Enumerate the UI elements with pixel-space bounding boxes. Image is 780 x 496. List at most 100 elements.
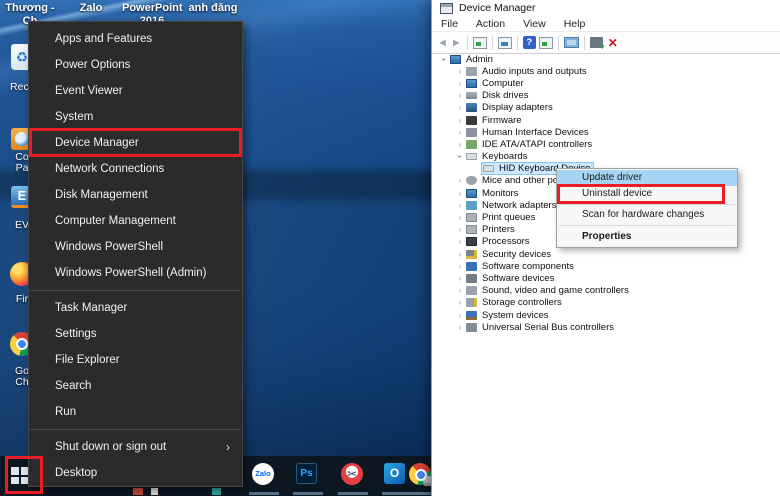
tree-item-system-devices[interactable]: › System devices bbox=[432, 309, 780, 321]
menubar-action[interactable]: Action bbox=[467, 18, 514, 30]
update-driver-icon[interactable] bbox=[589, 37, 606, 51]
winx-menu: Apps and Features Power Options Event View… bbox=[28, 21, 243, 487]
winx-item-device-manager[interactable]: Device Manager bbox=[29, 130, 242, 156]
chevron-collapsed-icon[interactable]: › bbox=[454, 201, 466, 210]
uninstall-icon[interactable]: ✕ bbox=[608, 36, 618, 50]
screen: Thương -ChZaloPowerPoint2016anh đăng ♻Re… bbox=[0, 0, 780, 496]
desktop-shortcut-label[interactable]: anh đăng bbox=[183, 2, 243, 15]
chevron-collapsed-icon[interactable]: › bbox=[454, 79, 466, 88]
context-item-properties[interactable]: Properties bbox=[557, 228, 737, 246]
label-line: PowerPoint bbox=[122, 2, 183, 14]
chevron-collapsed-icon[interactable]: › bbox=[454, 213, 466, 222]
tree-item-sound-video-and-game-controllers[interactable]: › Sound, video and game controllers bbox=[432, 285, 780, 297]
tree-item-admin[interactable]: › Admin bbox=[432, 53, 780, 65]
chevron-collapsed-icon[interactable]: › bbox=[454, 274, 466, 283]
winx-item-system[interactable]: System bbox=[29, 104, 242, 130]
chevron-collapsed-icon[interactable]: › bbox=[454, 311, 466, 320]
monitor-device-icon bbox=[466, 78, 477, 88]
menubar-view[interactable]: View bbox=[514, 18, 555, 30]
menubar-file[interactable]: File bbox=[432, 18, 467, 30]
tree-item-audio-inputs-and-outputs[interactable]: › Audio inputs and outputs bbox=[432, 65, 780, 77]
chevron-collapsed-icon[interactable]: › bbox=[454, 103, 466, 112]
ide-device-icon bbox=[466, 139, 477, 149]
title-bar: Device Manager bbox=[432, 0, 780, 16]
chevron-collapsed-icon[interactable]: › bbox=[454, 140, 466, 149]
chevron-collapsed-icon[interactable]: › bbox=[454, 128, 466, 137]
tree-item-computer[interactable]: › Computer bbox=[432, 77, 780, 89]
help-icon[interactable]: ? bbox=[522, 36, 536, 49]
keyboard-device-icon bbox=[466, 153, 477, 161]
chevron-collapsed-icon[interactable]: › bbox=[454, 67, 466, 76]
printer-device-icon bbox=[466, 213, 477, 223]
winx-item-network-connections[interactable]: Network Connections bbox=[29, 156, 242, 182]
console-tree-icon[interactable] bbox=[472, 36, 487, 49]
tree-item-label: Processors bbox=[482, 236, 530, 248]
tree-item-firmware[interactable]: › Firmware bbox=[432, 114, 780, 126]
tree-item-universal-serial-bus-controllers[interactable]: › Universal Serial Bus controllers bbox=[432, 321, 780, 333]
chevron-right-icon: › bbox=[226, 440, 230, 454]
taskbar-chrome-icon[interactable] bbox=[409, 463, 433, 486]
chevron-expanded-icon[interactable]: › bbox=[440, 53, 449, 65]
context-item-update-driver[interactable]: Update driver bbox=[557, 170, 737, 186]
tree-item-storage-controllers[interactable]: › Storage controllers bbox=[432, 297, 780, 309]
forward-icon[interactable]: ► bbox=[451, 35, 462, 51]
winx-item-task-manager[interactable]: Task Manager bbox=[29, 295, 242, 321]
winx-item-power-options[interactable]: Power Options bbox=[29, 52, 242, 78]
context-item-uninstall-device[interactable]: Uninstall device bbox=[557, 186, 737, 202]
mouse-device-icon bbox=[466, 176, 477, 186]
chevron-collapsed-icon[interactable]: › bbox=[454, 91, 466, 100]
winx-item-windows-powershell[interactable]: Windows PowerShell bbox=[29, 234, 242, 260]
chevron-collapsed-icon[interactable]: › bbox=[454, 262, 466, 271]
start-button[interactable] bbox=[11, 467, 28, 484]
winx-item-event-viewer[interactable]: Event Viewer bbox=[29, 78, 242, 104]
chevron-collapsed-icon[interactable]: › bbox=[454, 176, 466, 185]
chevron-collapsed-icon[interactable]: › bbox=[454, 250, 466, 259]
winx-item-disk-management[interactable]: Disk Management bbox=[29, 182, 242, 208]
winx-item-windows-powershell-admin-[interactable]: Windows PowerShell (Admin) bbox=[29, 260, 242, 286]
taskbar-snip-icon[interactable]: ✂ bbox=[341, 463, 363, 485]
chevron-collapsed-icon[interactable]: › bbox=[454, 237, 466, 246]
chevron-collapsed-icon[interactable]: › bbox=[454, 286, 466, 295]
system-device-icon bbox=[466, 310, 477, 320]
winx-item-shut-down-or-sign-out[interactable]: Shut down or sign out › bbox=[29, 434, 242, 460]
taskbar-photoshop-icon[interactable]: Ps bbox=[296, 463, 317, 484]
export-list-icon[interactable] bbox=[497, 36, 512, 49]
winx-item-settings[interactable]: Settings bbox=[29, 321, 242, 347]
computer-icon[interactable] bbox=[563, 37, 579, 48]
winx-item-desktop[interactable]: Desktop bbox=[29, 460, 242, 486]
taskbar-zalo-icon[interactable]: Zalo bbox=[252, 463, 274, 485]
back-icon[interactable]: ◄ bbox=[437, 35, 448, 51]
tree-item-software-devices[interactable]: › Software devices bbox=[432, 272, 780, 284]
separator bbox=[583, 35, 585, 50]
menubar-help[interactable]: Help bbox=[555, 18, 595, 30]
winx-item-apps-and-features[interactable]: Apps and Features bbox=[29, 26, 242, 52]
winx-item-run[interactable]: Run bbox=[29, 399, 242, 425]
menu-separator bbox=[559, 204, 735, 205]
tree-item-display-adapters[interactable]: › Display adapters bbox=[432, 102, 780, 114]
menu-separator bbox=[559, 225, 735, 226]
tree-item-label: Universal Serial Bus controllers bbox=[482, 321, 614, 333]
winx-item-computer-management[interactable]: Computer Management bbox=[29, 208, 242, 234]
winx-item-search[interactable]: Search bbox=[29, 373, 242, 399]
tree-item-keyboards[interactable]: › Keyboards bbox=[432, 151, 780, 163]
display-device-icon bbox=[466, 103, 477, 113]
chevron-collapsed-icon[interactable]: › bbox=[454, 116, 466, 125]
menu-separator bbox=[30, 290, 241, 291]
winx-item-file-explorer[interactable]: File Explorer bbox=[29, 347, 242, 373]
chevron-collapsed-icon[interactable]: › bbox=[454, 323, 466, 332]
tree-item-security-devices[interactable]: › Security devices bbox=[432, 248, 780, 260]
tree-item-software-components[interactable]: › Software components bbox=[432, 260, 780, 272]
context-item-scan-for-hardware-changes[interactable]: Scan for hardware changes bbox=[557, 207, 737, 223]
chevron-collapsed-icon[interactable]: › bbox=[454, 298, 466, 307]
action-pane-icon[interactable] bbox=[538, 36, 553, 49]
chevron-collapsed-icon[interactable]: › bbox=[454, 225, 466, 234]
tree-item-disk-drives[interactable]: › Disk drives bbox=[432, 90, 780, 102]
desktop-shortcut-label[interactable]: Zalo bbox=[71, 2, 111, 15]
tree-item-ide-ata-atapi-controllers[interactable]: › IDE ATA/ATAPI controllers bbox=[432, 138, 780, 150]
taskbar-outlook-icon[interactable]: O bbox=[384, 463, 405, 484]
windows-logo-icon bbox=[20, 467, 28, 475]
tree-item-human-interface-devices[interactable]: › Human Interface Devices bbox=[432, 126, 780, 138]
chevron-expanded-icon[interactable]: › bbox=[456, 151, 465, 163]
chevron-collapsed-icon[interactable]: › bbox=[454, 189, 466, 198]
menu-separator bbox=[30, 429, 241, 430]
